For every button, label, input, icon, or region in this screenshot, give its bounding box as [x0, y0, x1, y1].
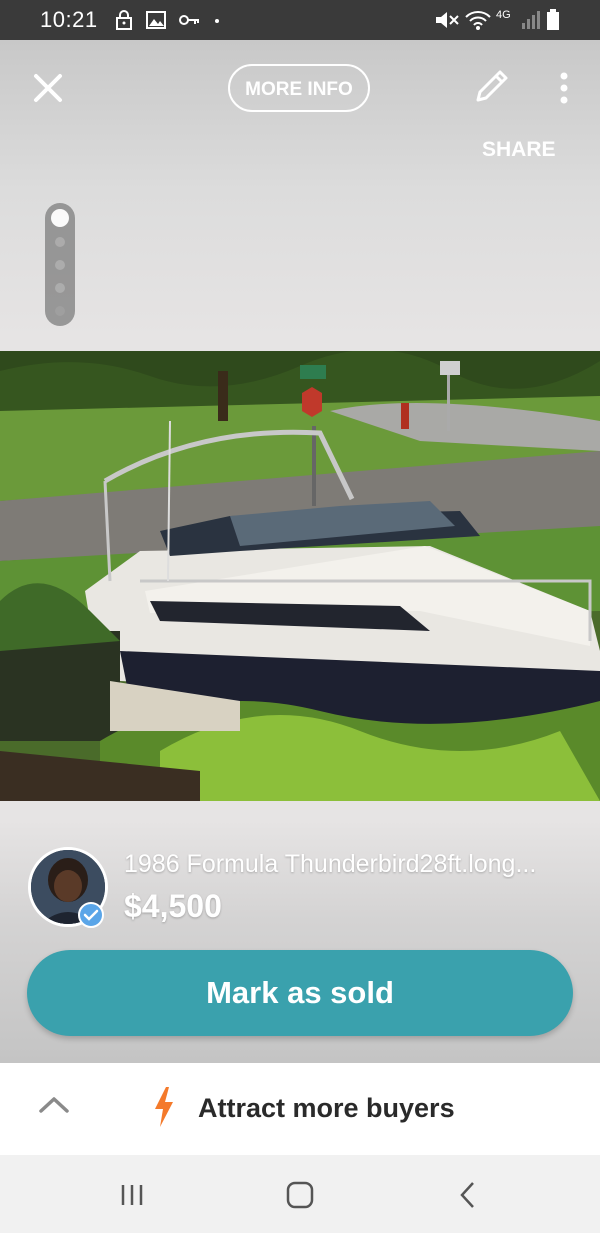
close-icon[interactable]: [30, 70, 66, 106]
listing-price: $4,500: [124, 888, 222, 924]
bolt-icon: [155, 1087, 173, 1127]
pager-dot-active[interactable]: [51, 209, 69, 227]
signal-icon: [522, 11, 540, 29]
system-nav-bar: [0, 1155, 600, 1233]
listing-title: 1986 Formula Thunderbird28ft.long...: [124, 850, 537, 878]
more-info-button[interactable]: MORE INFO: [228, 64, 370, 112]
battery-icon: [547, 9, 559, 30]
dot-icon: [215, 19, 219, 23]
home-icon[interactable]: [280, 1175, 320, 1215]
pager-dot[interactable]: [55, 283, 65, 293]
network-type: 4G: [496, 9, 511, 21]
pencil-icon[interactable]: [470, 66, 512, 108]
back-icon[interactable]: [448, 1175, 488, 1215]
image-icon: [146, 11, 166, 29]
more-vert-icon[interactable]: [554, 70, 574, 106]
photo-pager[interactable]: [45, 203, 75, 326]
lock-icon: [116, 10, 132, 30]
mark-as-sold-button[interactable]: Mark as sold: [27, 950, 573, 1036]
attract-buyers-label[interactable]: Attract more buyers: [198, 1093, 455, 1124]
share-button[interactable]: SHARE: [482, 138, 556, 162]
status-bar: 10:21 4G: [0, 0, 600, 40]
key-icon: [179, 15, 199, 25]
promo-bar[interactable]: Attract more buyers: [0, 1063, 600, 1155]
status-time: 10:21: [40, 7, 98, 32]
pager-dot[interactable]: [55, 260, 65, 270]
pager-dot[interactable]: [55, 306, 65, 316]
wifi-icon: [465, 11, 491, 30]
mute-icon: [436, 12, 459, 28]
verified-icon: [78, 902, 104, 928]
recents-icon[interactable]: [112, 1175, 152, 1215]
pager-dot[interactable]: [55, 237, 65, 247]
chevron-up-icon[interactable]: [38, 1093, 70, 1117]
listing-viewer: MORE INFO SHARE 1986 Formula Thunderbird…: [0, 40, 600, 1063]
listing-photo[interactable]: [0, 351, 600, 801]
